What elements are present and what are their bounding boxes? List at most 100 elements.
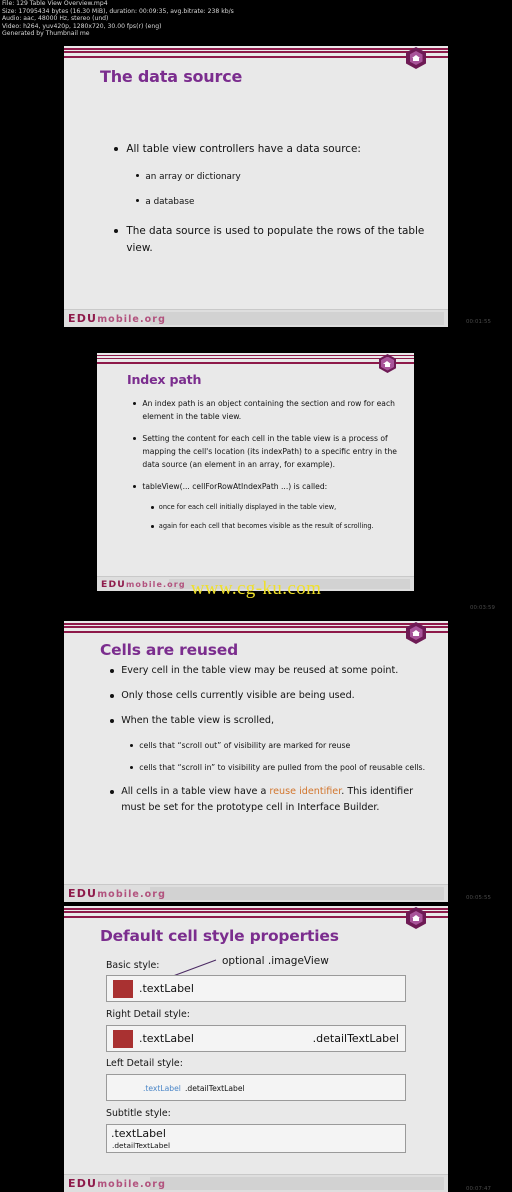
slide-rule-band — [97, 353, 414, 367]
logo-edu-text: EDU — [68, 1177, 98, 1190]
logo-edu-text: EDU — [68, 887, 98, 900]
edumobile-logo: EDUmobile.org — [68, 312, 166, 325]
bullet-text: Only those cells currently visible are b… — [121, 690, 355, 701]
bullet-item: tableView(... cellForRowAtIndexPath ...)… — [133, 480, 400, 493]
bullet-text: again for each cell that becomes visible… — [158, 522, 374, 530]
bullet-text: The data source is used to populate the … — [126, 225, 425, 254]
bullet-text-pre: All cells in a table view have a — [121, 786, 270, 797]
file-info-line: Audio: aac, 48000 Hz, stereo (und) — [2, 15, 109, 23]
bullet-item: again for each cell that becomes visible… — [151, 521, 400, 532]
bullet-item: Every cell in the table view may be reus… — [110, 663, 432, 679]
slide-thumbnail-1[interactable]: The data source All table view controlle… — [64, 46, 448, 327]
style-label-subtitle: Subtitle style: — [106, 1108, 171, 1119]
bullet-text: When the table view is scrolled, — [121, 715, 275, 726]
slide-timestamp: 00:07:47 — [466, 1186, 492, 1192]
bullet-item: Only those cells currently visible are b… — [110, 688, 432, 704]
bullet-text: tableView(... cellForRowAtIndexPath ...)… — [142, 482, 328, 491]
bullet-text: Setting the content for each cell in the… — [142, 434, 397, 469]
cell-detail-text-label: .detailTextLabel — [112, 1141, 171, 1150]
cell-preview-basic[interactable]: .textLabel — [106, 975, 406, 1002]
bullet-item: a database — [136, 194, 430, 211]
bullet-dot — [114, 147, 119, 152]
cell-text-label: .textLabel — [111, 1127, 166, 1140]
slide-footer: EDUmobile.org — [64, 1174, 448, 1192]
footer-bar — [150, 887, 444, 900]
bullet-text: Every cell in the table view may be reus… — [121, 665, 399, 676]
cell-detail-text-label: .detailTextLabel — [312, 1032, 399, 1045]
slide-footer: EDUmobile.org — [64, 884, 448, 902]
cell-preview-left-detail[interactable]: .textLabel .detailTextLabel — [106, 1074, 406, 1101]
bullet-item: an array or dictionary — [136, 169, 430, 186]
bullet-text: An index path is an object containing th… — [142, 399, 395, 421]
slide-timestamp: 00:05:55 — [466, 895, 492, 901]
bullet-item: All cells in a table view have a reuse i… — [110, 784, 432, 816]
bullet-dot — [110, 719, 115, 724]
slide-timestamp: 00:03:59 — [470, 605, 496, 611]
bullet-dot — [110, 694, 115, 699]
cell-text-label: .textLabel — [143, 1084, 181, 1093]
reuse-identifier-highlight: reuse identifier — [269, 786, 342, 797]
style-label-basic: Basic style: — [106, 960, 160, 971]
style-label-right-detail: Right Detail style: — [106, 1009, 190, 1020]
slide-thumbnail-4[interactable]: Default cell style properties optional .… — [64, 906, 448, 1192]
bullet-item: An index path is an object containing th… — [133, 397, 400, 423]
bullet-item: All table view controllers have a data s… — [114, 141, 430, 158]
bullet-item: cells that “scroll in” to visibility are… — [130, 761, 432, 774]
logo-mobile-text: mobile.org — [97, 889, 166, 900]
slide-body: Every cell in the table view may be reus… — [110, 663, 432, 816]
bullet-item: The data source is used to populate the … — [114, 223, 430, 257]
bullet-dot — [136, 174, 140, 178]
slide-footer: EDUmobile.org — [64, 309, 448, 327]
logo-mobile-text: mobile.org — [97, 1179, 166, 1190]
bullet-dot — [130, 766, 134, 770]
edumobile-logo: EDUmobile.org — [68, 887, 166, 900]
bullet-dot — [136, 199, 140, 203]
bullet-dot — [110, 790, 115, 795]
footer-bar — [150, 312, 444, 325]
file-info-line: Generated by Thumbnail me — [2, 30, 90, 38]
bullet-item: once for each cell initially displayed i… — [151, 502, 400, 513]
file-info-line: File: 129 Table View Overview.mp4 — [2, 0, 108, 7]
logo-edu-text: EDU — [68, 312, 98, 325]
slide-body: An index path is an object containing th… — [133, 397, 400, 532]
bullet-text: cells that “scroll in” to visibility are… — [139, 763, 426, 772]
cell-text-label: .textLabel — [139, 1032, 194, 1045]
bullet-text: once for each cell initially displayed i… — [158, 503, 337, 511]
watermark-text: www.cg-ku.com — [190, 578, 322, 599]
edumobile-logo: EDUmobile.org — [68, 1177, 166, 1190]
bullet-dot — [133, 436, 137, 440]
bullet-dot — [133, 484, 137, 488]
bullet-item: When the table view is scrolled, — [110, 713, 432, 729]
bullet-text: cells that “scroll out” of visibility ar… — [139, 741, 351, 750]
file-info-header: File: 129 Table View Overview.mp4 Size: … — [2, 0, 302, 38]
logo-mobile-text: mobile.org — [97, 314, 166, 325]
image-view-swatch — [113, 980, 133, 998]
bullet-dot — [110, 669, 115, 674]
slide-timestamp: 00:01:55 — [466, 319, 492, 325]
cell-preview-subtitle[interactable]: .textLabel .detailTextLabel — [106, 1124, 406, 1153]
bullet-dot — [151, 525, 154, 528]
bullet-text: All table view controllers have a data s… — [126, 143, 361, 155]
bullet-text: a database — [145, 197, 195, 207]
bullet-dot — [133, 401, 137, 405]
cell-text-label: .textLabel — [139, 982, 194, 995]
cell-detail-text-label: .detailTextLabel — [185, 1084, 245, 1093]
file-info-line: Video: h264, yuv420p, 1280x720, 30.00 fp… — [2, 22, 162, 30]
bullet-item: Setting the content for each cell in the… — [133, 432, 400, 471]
bullet-text: an array or dictionary — [145, 172, 241, 182]
image-view-swatch — [113, 1030, 133, 1048]
bullet-dot — [130, 744, 134, 748]
bullet-item: cells that “scroll out” of visibility ar… — [130, 739, 432, 752]
style-label-left-detail: Left Detail style: — [106, 1058, 183, 1069]
cell-preview-right-detail[interactable]: .textLabel .detailTextLabel — [106, 1025, 406, 1052]
slide-thumbnail-2[interactable]: Index path An index path is an object co… — [97, 353, 414, 591]
slide-body: All table view controllers have a data s… — [114, 141, 430, 257]
slide-thumbnail-3[interactable]: Cells are reused Every cell in the table… — [64, 621, 448, 902]
bullet-text-rich: All cells in a table view have a reuse i… — [121, 784, 432, 816]
slide-title: Index path — [127, 372, 202, 387]
file-info-line: Size: 17095434 bytes (16.30 MiB), durati… — [2, 7, 234, 15]
footer-bar — [150, 1177, 444, 1190]
slide-rule-band — [64, 46, 448, 60]
bullet-dot — [151, 506, 154, 509]
slide-title: The data source — [100, 67, 243, 86]
